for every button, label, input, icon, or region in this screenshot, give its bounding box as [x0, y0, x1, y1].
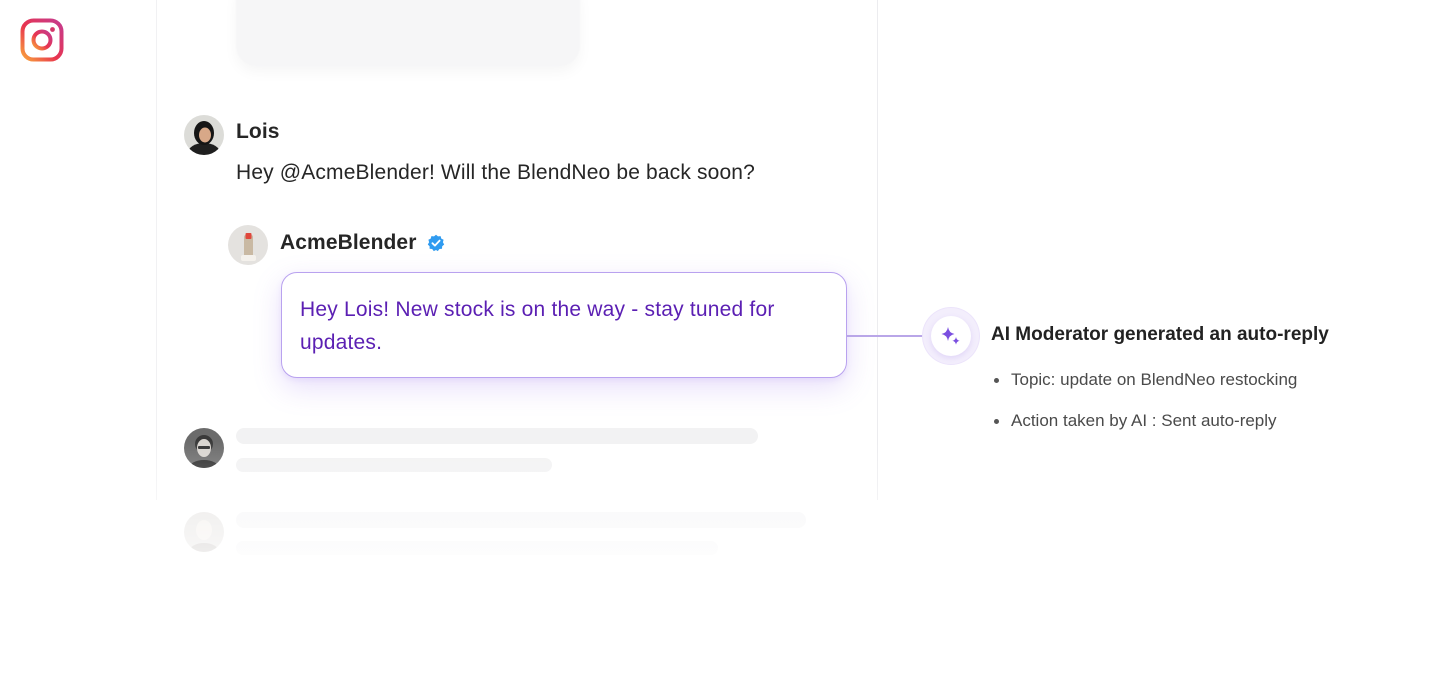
skeleton-line	[236, 541, 718, 555]
skeleton-line	[236, 512, 806, 528]
avatar[interactable]	[184, 428, 224, 468]
list-item: Topic: update on BlendNeo restocking	[991, 368, 1297, 409]
bullet	[994, 419, 999, 424]
skeleton-line	[236, 458, 552, 472]
bullet	[994, 378, 999, 383]
avatar[interactable]	[184, 512, 224, 552]
verified-badge-icon	[427, 234, 445, 252]
ai-detail-action: Action taken by AI : Sent auto-reply	[1011, 411, 1277, 430]
ai-moderator-title: AI Moderator generated an auto-reply	[991, 324, 1329, 345]
list-item: Action taken by AI : Sent auto-reply	[991, 409, 1297, 450]
skeleton-line	[236, 428, 758, 444]
auto-reply-card[interactable]: Hey Lois! New stock is on the way - stay…	[281, 272, 847, 378]
sparkle-icon	[941, 327, 960, 345]
reply-author[interactable]: AcmeBlender	[280, 231, 416, 255]
ai-moderator-details: Topic: update on BlendNeo restocking Act…	[991, 368, 1297, 450]
avatar[interactable]	[184, 115, 224, 155]
previous-comment-placeholder	[236, 0, 580, 66]
app-canvas: Lois Hey @AcmeBlender! Will the BlendNeo…	[0, 0, 1440, 686]
instagram-icon[interactable]	[20, 18, 64, 62]
comment-author[interactable]: Lois	[236, 120, 280, 144]
connector-line	[847, 335, 927, 337]
avatar[interactable]	[228, 225, 268, 265]
ai-detail-topic: Topic: update on BlendNeo restocking	[1011, 370, 1298, 389]
ai-moderator-badge	[923, 308, 979, 364]
comment-text: Hey @AcmeBlender! Will the BlendNeo be b…	[236, 161, 755, 184]
reply-text: Hey Lois! New stock is on the way - stay…	[300, 298, 775, 354]
